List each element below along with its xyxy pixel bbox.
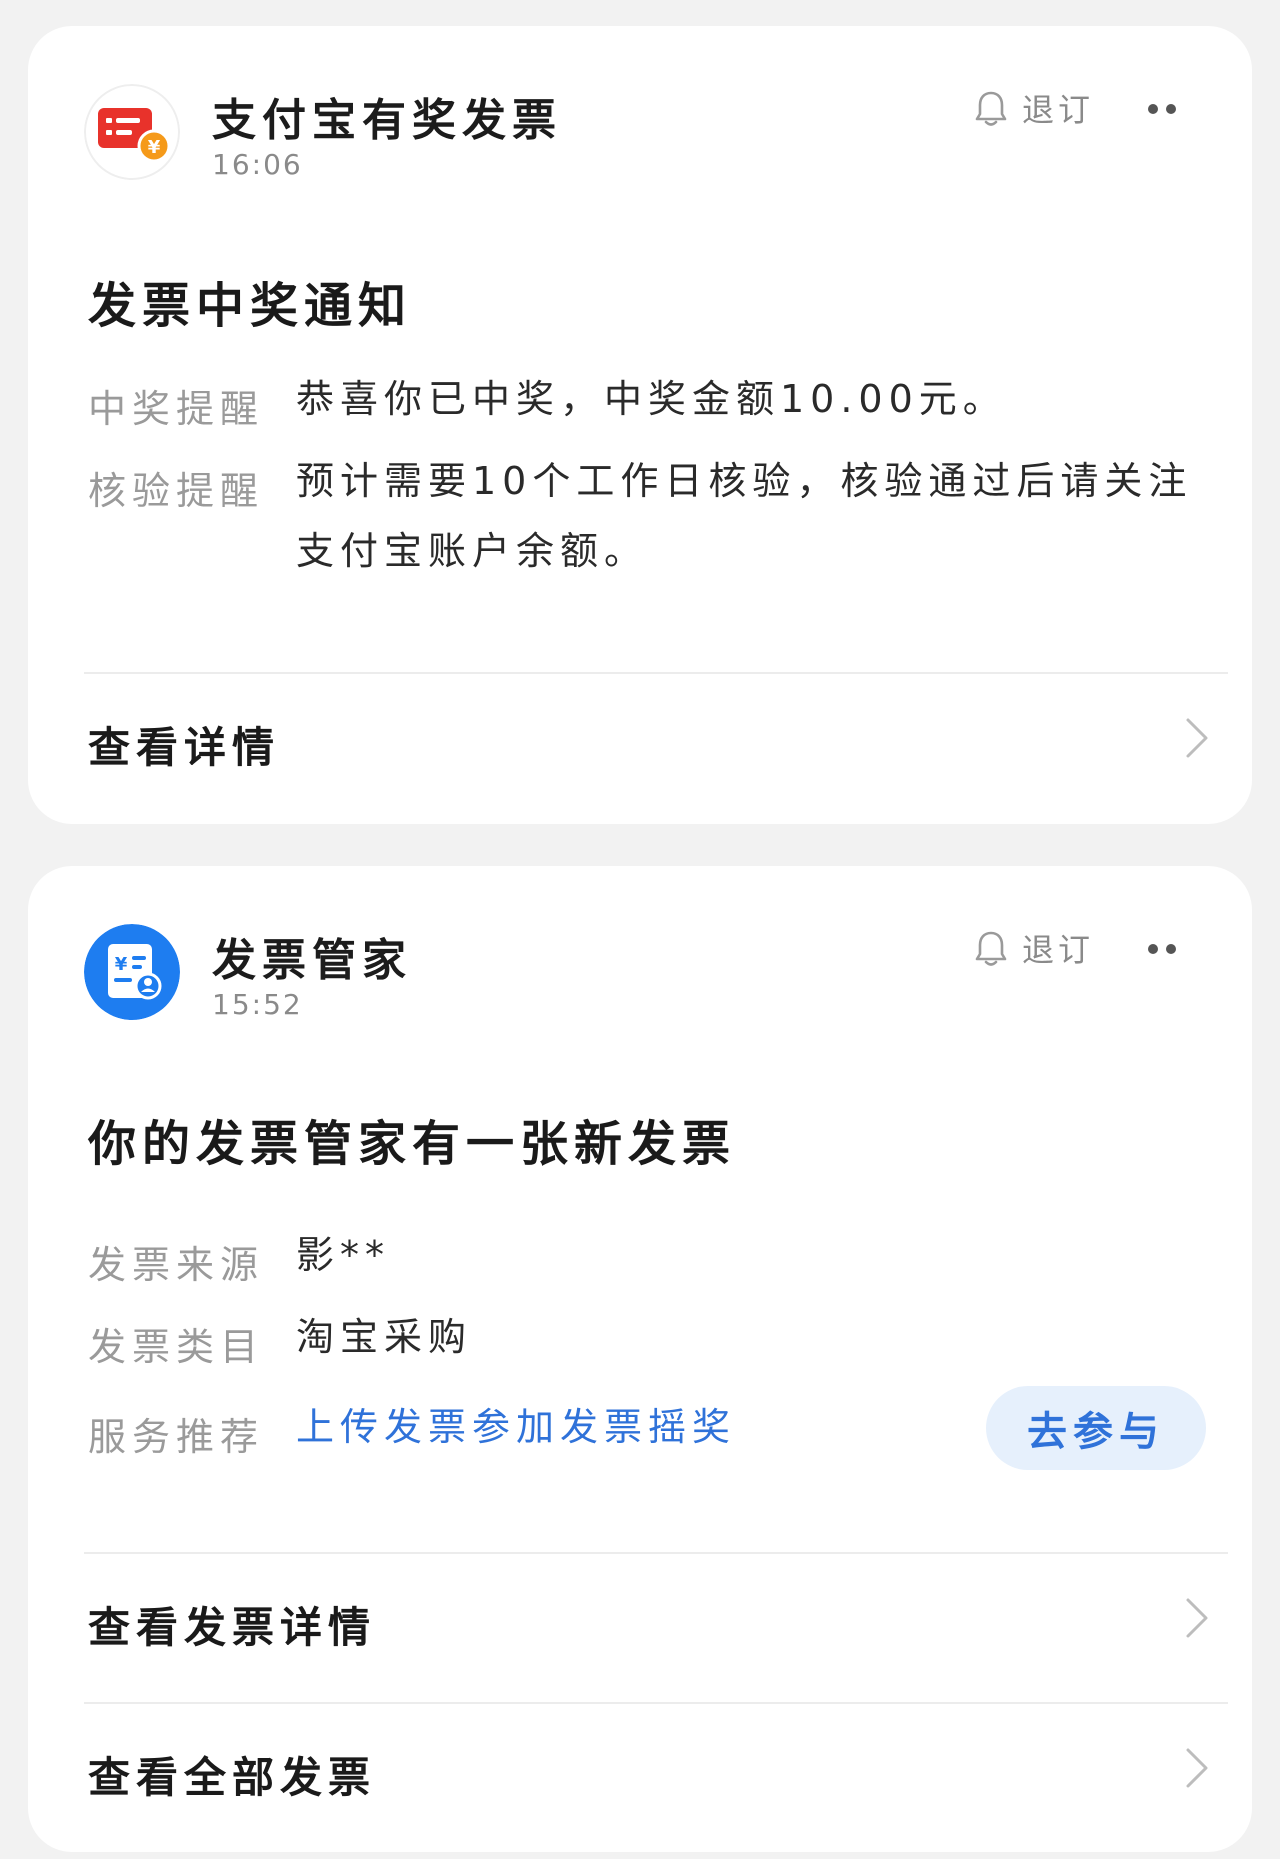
field-label: 发票来源 xyxy=(88,1243,265,1287)
unsubscribe-label: 退订 xyxy=(1022,91,1095,129)
message-title: 发票中奖通知 xyxy=(88,278,413,334)
view-all-invoices-link[interactable]: 查看全部发票 xyxy=(84,1704,1228,1832)
field-value: 恭喜你已中奖，中奖金额10.00元。 xyxy=(296,377,1007,421)
message-card-lottery: ¥ 支付宝有奖发票 16:06 退订 发票中奖通知 中奖提醒 恭喜你已中奖，中奖… xyxy=(28,26,1252,824)
bell-icon xyxy=(975,931,1007,966)
field-value: 预计需要10个工作日核验，核验通过后请关注 支付宝账户余额。 xyxy=(296,446,1192,586)
message-card-invoice-manager: ¥ 发票管家 15:52 退订 你的发票管家有一张新发票 发票来源 影** 发票… xyxy=(28,866,1252,1852)
field-value: 淘宝采购 xyxy=(296,1315,473,1359)
view-invoice-details-link[interactable]: 查看发票详情 xyxy=(84,1554,1228,1682)
unsubscribe-button[interactable]: 退订 xyxy=(974,926,1094,970)
field-label: 发票类目 xyxy=(88,1325,265,1369)
sender-name: 支付宝有奖发票 xyxy=(212,95,562,146)
chevron-right-icon xyxy=(1186,718,1208,758)
upload-invoice-lottery-link[interactable]: 上传发票参加发票摇奖 xyxy=(296,1392,736,1462)
unsubscribe-label: 退订 xyxy=(1022,931,1095,969)
more-options-icon[interactable] xyxy=(1132,932,1192,966)
svg-text:¥: ¥ xyxy=(148,137,161,158)
invoice-manager-icon: ¥ xyxy=(84,924,180,1020)
unsubscribe-button[interactable]: 退订 xyxy=(974,86,1094,130)
field-label: 中奖提醒 xyxy=(88,387,265,431)
invoice-lottery-icon: ¥ xyxy=(84,84,180,180)
chevron-right-icon xyxy=(1186,1748,1208,1788)
field-value-line: 预计需要10个工作日核验，核验通过后请关注 xyxy=(296,459,1193,503)
message-title: 你的发票管家有一张新发票 xyxy=(88,1116,737,1172)
view-all-invoices-label: 查看全部发票 xyxy=(88,1753,377,1802)
sender-name: 发票管家 xyxy=(212,935,412,986)
message-time: 15:52 xyxy=(212,988,303,1021)
field-value-line: 支付宝账户余额。 xyxy=(296,529,649,573)
more-options-icon[interactable] xyxy=(1132,92,1192,126)
bell-icon xyxy=(975,91,1007,126)
view-details-link[interactable]: 查看详情 xyxy=(84,674,1228,802)
view-details-label: 查看详情 xyxy=(88,723,281,772)
field-label: 核验提醒 xyxy=(88,469,265,513)
message-time: 16:06 xyxy=(212,148,303,181)
field-value: 影** xyxy=(296,1233,391,1277)
join-button[interactable]: 去参与 xyxy=(986,1386,1206,1470)
chevron-right-icon xyxy=(1186,1598,1208,1638)
field-label: 服务推荐 xyxy=(88,1415,265,1459)
view-invoice-details-label: 查看发票详情 xyxy=(88,1603,377,1652)
svg-text:¥: ¥ xyxy=(115,954,128,975)
